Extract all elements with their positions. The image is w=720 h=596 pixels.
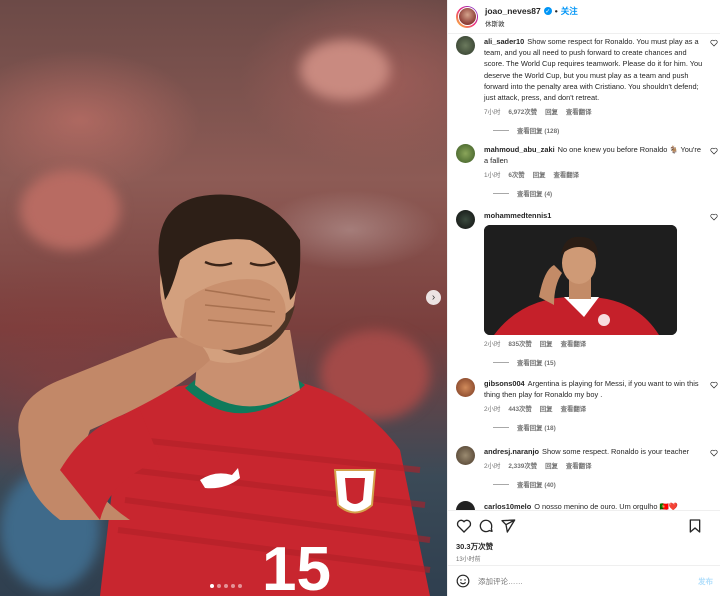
- author-username[interactable]: joao_neves87: [485, 6, 541, 16]
- commenter-username[interactable]: carlos10melo: [484, 502, 531, 510]
- view-replies-button[interactable]: 查看回复 (15): [484, 358, 704, 367]
- comment-time[interactable]: 1小时: [484, 170, 500, 179]
- translate-button[interactable]: 查看翻译: [566, 107, 592, 116]
- add-comment-bar: 发布: [448, 565, 720, 596]
- follow-button[interactable]: 关注: [561, 5, 578, 17]
- carousel-next-button[interactable]: ›: [426, 290, 441, 305]
- post-sidebar: joao_neves87 ✓ • 关注 休斯敦 ali_sader10 Show …: [447, 0, 720, 596]
- emoji-icon[interactable]: [456, 574, 470, 588]
- commenter-avatar[interactable]: [456, 210, 475, 229]
- carousel-dots: [210, 584, 242, 588]
- commenter-username[interactable]: mohammedtennis1: [484, 211, 551, 220]
- comment-image[interactable]: [484, 225, 677, 336]
- carousel-dot: [210, 584, 214, 588]
- heart-icon[interactable]: [710, 449, 718, 457]
- comment-list[interactable]: ali_sader10 Show some respect for Ronaldo…: [448, 34, 720, 510]
- view-replies-button[interactable]: 查看回复 (40): [484, 480, 704, 489]
- view-replies-button[interactable]: 查看回复 (4): [484, 189, 704, 198]
- commenter-username[interactable]: andresj.naranjo: [484, 447, 539, 456]
- commenter-avatar[interactable]: [456, 144, 475, 163]
- commenter-avatar[interactable]: [456, 501, 475, 510]
- comment-icon[interactable]: [478, 518, 494, 534]
- comment-likes[interactable]: 6次赞: [508, 170, 524, 179]
- comment-text: Show some respect. Ronaldo is your teach…: [542, 447, 690, 456]
- commenter-avatar[interactable]: [456, 36, 475, 55]
- post-header: joao_neves87 ✓ • 关注 休斯敦: [448, 0, 720, 34]
- post-actions: 30.3万次赞 13小时前: [448, 510, 720, 563]
- comment-time[interactable]: 2小时: [484, 404, 500, 413]
- commenter-username[interactable]: mahmoud_abu_zaki: [484, 145, 555, 154]
- post-timestamp[interactable]: 13小时前: [456, 554, 713, 563]
- carousel-dot: [231, 584, 235, 588]
- like-heart-icon[interactable]: [456, 518, 472, 534]
- comment-text: O nosso menino de ouro. Um orgulho 🇵🇹❤️: [534, 502, 678, 510]
- post-media[interactable]: 15 ›: [0, 0, 447, 596]
- post-comment-button[interactable]: 发布: [698, 576, 713, 587]
- translate-button[interactable]: 查看翻译: [561, 404, 587, 413]
- post-location[interactable]: 休斯敦: [485, 18, 578, 28]
- comment-time[interactable]: 7小时: [484, 107, 500, 116]
- comment-likes[interactable]: 835次赞: [508, 339, 531, 348]
- comment-item: mahmoud_abu_zaki No one knew you before R…: [456, 144, 718, 198]
- heart-icon[interactable]: [710, 39, 718, 47]
- comment-item: carlos10melo O nosso menino de ouro. Um o…: [456, 501, 718, 510]
- commenter-username[interactable]: ali_sader10: [484, 37, 524, 46]
- carousel-dot: [224, 584, 228, 588]
- carousel-dot: [217, 584, 221, 588]
- comment-item: gibsons004 Argentina is playing for Messi…: [456, 378, 718, 432]
- reply-button[interactable]: 回复: [540, 339, 553, 348]
- chevron-right-icon: ›: [431, 291, 436, 303]
- comment-likes[interactable]: 443次赞: [508, 404, 531, 413]
- reply-button[interactable]: 回复: [545, 461, 558, 470]
- view-replies-button[interactable]: 查看回复 (18): [484, 423, 704, 432]
- share-icon[interactable]: [500, 518, 516, 534]
- comment-time[interactable]: 2小时: [484, 461, 500, 470]
- translate-button[interactable]: 查看翻译: [561, 339, 587, 348]
- svg-text:15: 15: [262, 535, 331, 596]
- comment-time[interactable]: 2小时: [484, 339, 500, 348]
- view-replies-button[interactable]: 查看回复 (128): [484, 126, 704, 135]
- comment-item: andresj.naranjo Show some respect. Ronald…: [456, 446, 718, 489]
- reply-button[interactable]: 回复: [540, 404, 553, 413]
- player-photo: 15: [18, 194, 431, 596]
- translate-button[interactable]: 查看翻译: [553, 170, 579, 179]
- comment-item: mohammedtennis1 2小时 835次赞 回复 查看翻译 查看回复 (…: [456, 210, 718, 367]
- commenter-avatar[interactable]: [456, 378, 475, 397]
- save-icon[interactable]: [687, 518, 703, 534]
- heart-icon[interactable]: [710, 213, 718, 221]
- comment-text: Show some respect for Ronaldo. You must …: [484, 37, 703, 103]
- verified-icon: ✓: [543, 7, 552, 15]
- translate-button[interactable]: 查看翻译: [566, 461, 592, 470]
- carousel-dot: [238, 584, 242, 588]
- comment-likes[interactable]: 2,339次赞: [508, 461, 537, 470]
- reply-button[interactable]: 回复: [545, 107, 558, 116]
- commenter-username[interactable]: gibsons004: [484, 379, 525, 388]
- comment-item: ali_sader10 Show some respect for Ronaldo…: [456, 36, 718, 135]
- commenter-avatar[interactable]: [456, 446, 475, 465]
- like-count[interactable]: 30.3万次赞: [456, 541, 713, 552]
- comment-likes[interactable]: 6,972次赞: [508, 107, 537, 116]
- reply-button[interactable]: 回复: [533, 170, 546, 179]
- comment-input[interactable]: [478, 576, 698, 586]
- heart-icon[interactable]: [710, 147, 718, 155]
- heart-icon[interactable]: [710, 381, 718, 389]
- author-avatar[interactable]: [456, 5, 478, 28]
